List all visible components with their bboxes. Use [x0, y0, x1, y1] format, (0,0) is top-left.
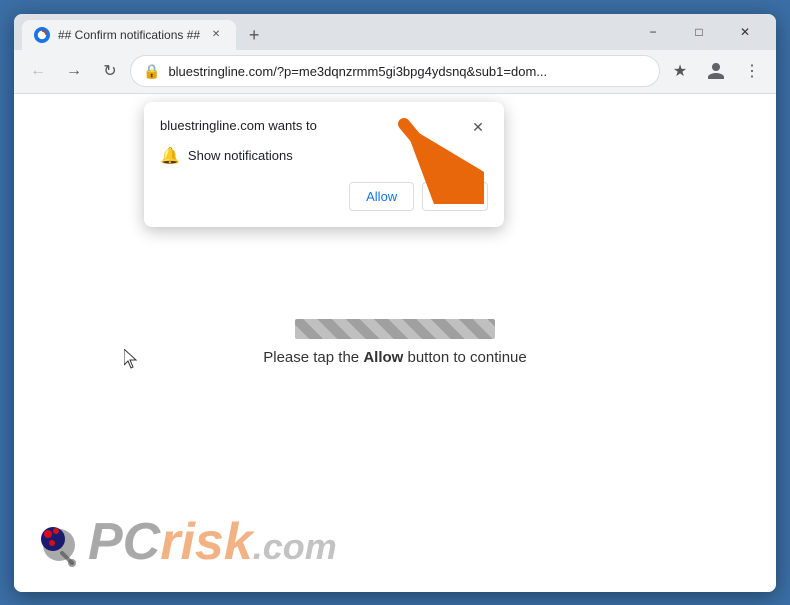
- logo-risk: risk: [160, 513, 253, 571]
- page-content: Please tap the Allow button to continue …: [14, 94, 776, 592]
- maximize-button[interactable]: □: [676, 14, 722, 50]
- forward-button[interactable]: →: [58, 55, 90, 87]
- logo-dotcom: .com: [253, 526, 337, 567]
- window-controls: − □ ✕: [630, 14, 768, 50]
- minimize-button[interactable]: −: [630, 14, 676, 50]
- back-button[interactable]: ←: [22, 55, 54, 87]
- bell-icon: 🔔: [160, 146, 180, 166]
- popup-permission-row: 🔔 Show notifications: [160, 146, 488, 166]
- popup-title: bluestringline.com wants to: [160, 118, 317, 133]
- block-button[interactable]: Block: [422, 182, 488, 211]
- page-instruction: Please tap the Allow button to continue: [263, 349, 527, 366]
- notification-popup: bluestringline.com wants to ✕ 🔔 Show not…: [144, 102, 504, 227]
- popup-buttons: Allow Block: [160, 182, 488, 211]
- popup-header: bluestringline.com wants to ✕: [160, 118, 488, 138]
- browser-window: ## Confirm notifications ## ✕ + − □ ✕ ← …: [14, 14, 776, 592]
- reload-button[interactable]: ↻: [94, 55, 126, 87]
- profile-button[interactable]: [700, 55, 732, 87]
- bookmark-button[interactable]: ★: [664, 55, 696, 87]
- logo-pc: PC: [88, 513, 160, 571]
- address-bar[interactable]: 🔒 bluestringline.com/?p=me3dqnzrmm5gi3bp…: [130, 55, 660, 87]
- toolbar: ← → ↻ 🔒 bluestringline.com/?p=me3dqnzrmm…: [14, 50, 776, 94]
- menu-button[interactable]: ⋮: [736, 55, 768, 87]
- logo-area: PCrisk.com: [34, 512, 337, 572]
- tab-close-button[interactable]: ✕: [208, 27, 224, 43]
- permission-text: Show notifications: [188, 148, 293, 163]
- close-button[interactable]: ✕: [722, 14, 768, 50]
- logo-text: PCrisk.com: [88, 512, 337, 572]
- lock-icon: 🔒: [143, 63, 160, 80]
- url-text: bluestringline.com/?p=me3dqnzrmm5gi3bpg4…: [168, 64, 647, 79]
- loading-bar: [295, 319, 495, 339]
- new-tab-button[interactable]: +: [240, 22, 268, 50]
- tab-favicon: [34, 27, 50, 43]
- logo-icon: [34, 517, 84, 567]
- tab-title: ## Confirm notifications ##: [58, 28, 200, 42]
- browser-tab[interactable]: ## Confirm notifications ## ✕: [22, 20, 236, 50]
- tab-bar: ## Confirm notifications ## ✕ + − □ ✕: [14, 14, 776, 50]
- allow-button[interactable]: Allow: [349, 182, 414, 211]
- popup-close-button[interactable]: ✕: [468, 118, 488, 138]
